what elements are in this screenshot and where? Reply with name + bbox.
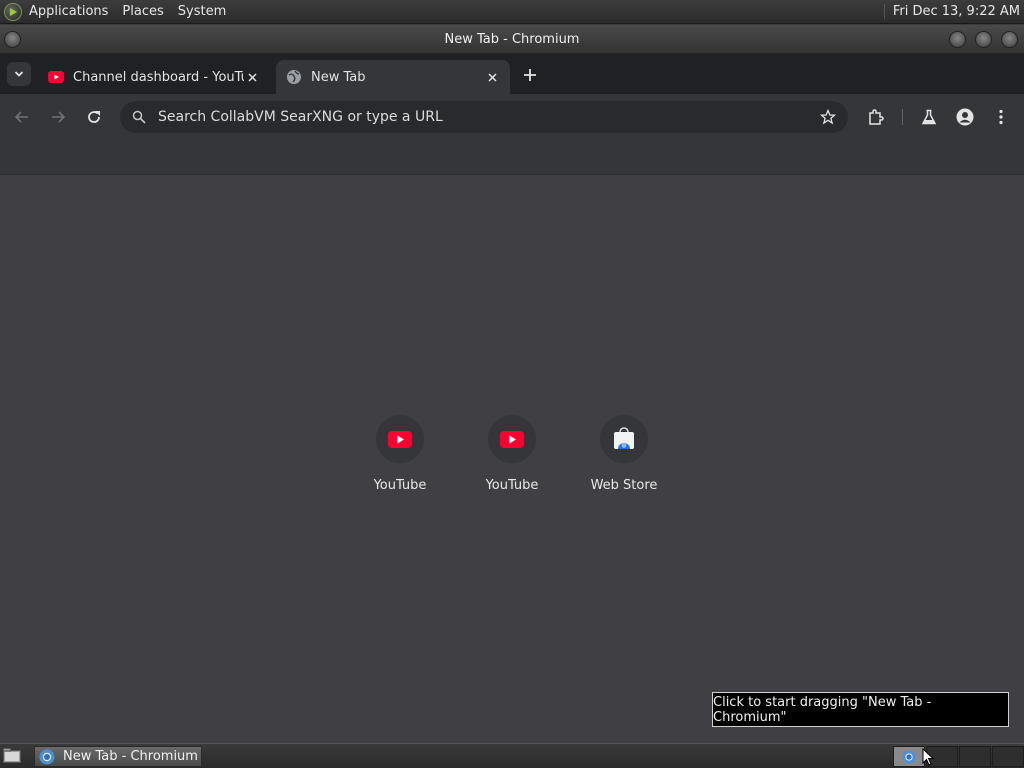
- bookmark-bar: [0, 140, 1024, 175]
- distro-logo-icon[interactable]: [4, 2, 22, 21]
- bottom-panel: New Tab - Chromium: [0, 743, 1024, 768]
- system-menu[interactable]: System: [171, 0, 233, 24]
- close-tab-icon[interactable]: [244, 69, 260, 85]
- applications-menu[interactable]: Applications: [22, 0, 115, 24]
- profile-icon: [956, 108, 974, 126]
- reload-icon: [88, 111, 100, 123]
- profile-button[interactable]: [953, 105, 977, 129]
- arrow-right-icon: [52, 111, 66, 123]
- omnibox-placeholder: Search CollabVM SearXNG or type a URL: [158, 109, 443, 125]
- minimize-button[interactable]: [949, 31, 966, 48]
- new-tab-page: YouTube YouTube Web Store: [0, 175, 1024, 743]
- arrow-left-icon: [14, 111, 28, 123]
- shortcut-tile[interactable]: [488, 415, 536, 463]
- omnibox[interactable]: Search CollabVM SearXNG or type a URL: [120, 101, 848, 133]
- tab-new-tab[interactable]: New Tab: [276, 60, 510, 94]
- chevron-down-icon: [14, 71, 24, 77]
- maximize-button[interactable]: [975, 31, 992, 48]
- shortcut-label: Web Store: [590, 478, 658, 493]
- plus-icon: [524, 69, 536, 81]
- taskbar-button-chromium[interactable]: New Tab - Chromium: [34, 746, 202, 767]
- shortcut-tile[interactable]: [600, 415, 648, 463]
- kebab-menu-icon: [999, 109, 1003, 125]
- bookmark-star-icon[interactable]: [820, 109, 836, 125]
- chrome-menu-button[interactable]: [989, 105, 1013, 129]
- shortcut-label: YouTube: [485, 478, 539, 493]
- close-tab-icon[interactable]: [484, 69, 500, 85]
- shortcut-label: YouTube: [373, 478, 427, 493]
- youtube-icon: [500, 430, 524, 448]
- window-titlebar[interactable]: New Tab - Chromium: [0, 25, 1024, 54]
- toolbar-separator: [902, 109, 903, 125]
- back-button[interactable]: [10, 105, 34, 129]
- clock[interactable]: Fri Dec 13, 9:22 AM: [883, 4, 1024, 19]
- shortcut-youtube-2[interactable]: YouTube: [456, 415, 568, 493]
- chromium-icon: [39, 749, 55, 764]
- toolbar: Search CollabVM SearXNG or type a URL: [0, 94, 1024, 140]
- search-icon: [132, 110, 146, 124]
- shortcut-tile[interactable]: [376, 415, 424, 463]
- tab-channel-dashboard[interactable]: Channel dashboard - YouTube: [38, 60, 270, 94]
- reload-button[interactable]: [82, 105, 106, 129]
- window-menu-button[interactable]: [4, 31, 21, 48]
- youtube-icon: [388, 430, 412, 448]
- drag-tooltip: Click to start dragging "New Tab - Chrom…: [712, 692, 1009, 727]
- new-tab-button[interactable]: [518, 63, 542, 87]
- flask-icon: [921, 109, 937, 125]
- workspace-4[interactable]: [992, 746, 1024, 767]
- tab-search-button[interactable]: [7, 62, 31, 86]
- shortcut-youtube-1[interactable]: YouTube: [344, 415, 456, 493]
- mouse-cursor-icon: [922, 748, 934, 766]
- workspace-3[interactable]: [959, 746, 991, 767]
- extensions-button[interactable]: [864, 105, 888, 129]
- globe-icon: [286, 69, 302, 85]
- tab-title: New Tab: [311, 69, 366, 85]
- show-desktop-icon[interactable]: [3, 748, 21, 764]
- tab-title: Channel dashboard - YouTube: [73, 69, 244, 85]
- labs-button[interactable]: [917, 105, 941, 129]
- close-window-button[interactable]: [1001, 31, 1018, 48]
- tab-strip: Channel dashboard - YouTube New Tab: [0, 54, 1024, 94]
- chromium-icon: [902, 749, 916, 764]
- workspace-1[interactable]: [893, 746, 925, 767]
- window-title: New Tab - Chromium: [444, 31, 580, 47]
- puzzle-icon: [869, 109, 884, 125]
- shortcut-web-store[interactable]: Web Store: [568, 415, 680, 493]
- youtube-icon: [48, 69, 64, 85]
- top-panel: Applications Places System Fri Dec 13, 9…: [0, 0, 1024, 24]
- places-menu[interactable]: Places: [115, 0, 170, 24]
- forward-button[interactable]: [46, 105, 70, 129]
- web-store-icon: [614, 427, 634, 449]
- taskbar-button-label: New Tab - Chromium: [63, 749, 198, 764]
